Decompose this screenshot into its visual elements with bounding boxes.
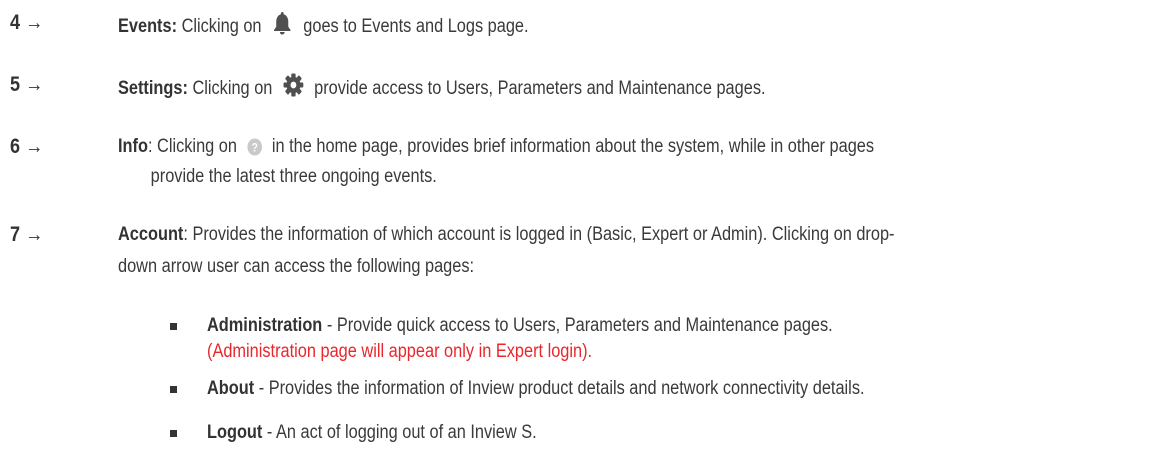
sub-item-note: (Administration page will appear only in… <box>207 341 593 362</box>
item-number: 7 → <box>10 223 44 246</box>
item-term: Info <box>118 136 148 157</box>
item-text-after: goes to Events and Logs page. <box>303 16 529 37</box>
item-text-after: in the home page, provides brief informa… <box>271 136 875 157</box>
sub-item-term: Administration <box>207 315 323 336</box>
item-text: Clicking on <box>181 16 262 37</box>
gear-icon <box>282 72 304 106</box>
bullet-icon <box>170 323 177 330</box>
item-body: Events: Clicking on goes to Events and L… <box>118 10 1123 44</box>
item-text: : Clicking on <box>147 136 237 157</box>
sub-item-text: - Provides the information of Inview pro… <box>254 378 865 399</box>
item-number: 4 → <box>10 11 44 34</box>
item-number: 6 → <box>10 135 44 158</box>
bullet-icon <box>170 430 177 437</box>
sub-item-body: About - Provides the information of Invi… <box>207 376 1133 402</box>
item-text-line2: provide the latest three ongoing events. <box>150 166 437 187</box>
item-text: : Provides the information of which acco… <box>183 224 895 245</box>
sub-item-body: Logout - An act of logging out of an Inv… <box>207 420 1133 446</box>
sub-item-body: Administration - Provide quick access to… <box>207 313 1133 365</box>
document-page: 4 → Events: Clicking on goes to Events a… <box>0 0 1153 461</box>
sub-item-text: - Provide quick access to Users, Paramet… <box>322 315 833 336</box>
item-number: 5 → <box>10 73 44 96</box>
bullet-icon <box>170 386 177 393</box>
help-icon: ? <box>247 138 262 164</box>
item-body: Account: Provides the information of whi… <box>118 222 1123 280</box>
svg-text:?: ? <box>251 142 257 155</box>
item-text: Clicking on <box>192 78 273 99</box>
sub-item-text: - An act of logging out of an Inview S. <box>262 422 537 443</box>
item-term: Account <box>118 224 184 245</box>
item-body: Info: Clicking on ? in the home page, pr… <box>118 134 1123 190</box>
sub-item-term: Logout <box>207 422 263 443</box>
item-body: Settings: Clicking on provide access to … <box>118 72 1123 106</box>
item-term: Settings: <box>118 78 188 99</box>
item-term: Events: <box>118 16 178 37</box>
item-text-after: provide access to Users, Parameters and … <box>314 78 766 99</box>
sub-item-term: About <box>207 378 255 399</box>
bell-icon <box>271 10 293 44</box>
item-text-line2: down arrow user can access the following… <box>118 256 475 277</box>
